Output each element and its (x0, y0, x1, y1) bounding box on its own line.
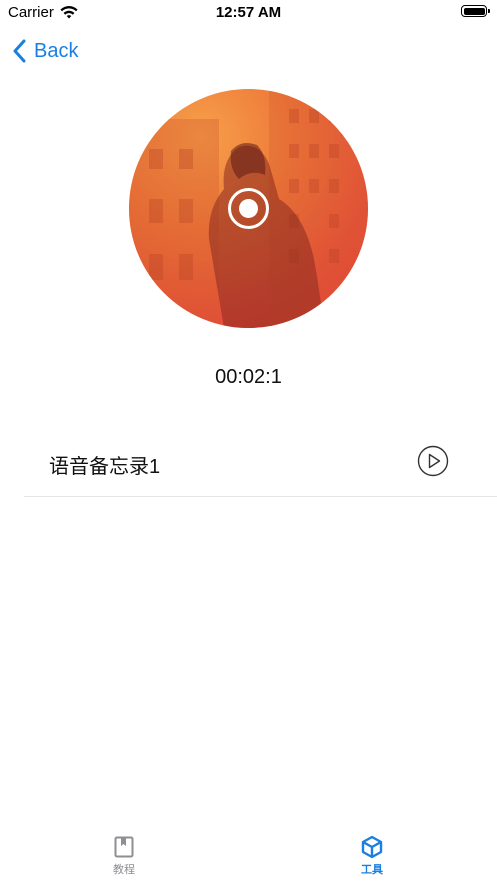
elapsed-timer: 00:02:1 (215, 366, 282, 388)
play-circle-icon[interactable] (417, 445, 449, 477)
tab-tools-label: 工具 (361, 864, 383, 876)
tab-tutorial[interactable]: 教程 (64, 827, 184, 883)
book-icon (114, 836, 134, 858)
tab-tools[interactable]: 工具 (312, 827, 432, 883)
list-item[interactable]: 语音备忘录1 (24, 428, 497, 497)
record-icon[interactable] (228, 188, 269, 229)
tab-bar: 教程 工具 (0, 827, 497, 883)
tab-tutorial-label: 教程 (113, 864, 135, 876)
cube-icon (361, 835, 383, 859)
back-label: Back (34, 39, 79, 62)
chevron-left-icon (13, 39, 26, 63)
status-bar: Carrier 12:57 AM (0, 0, 497, 26)
record-dot (239, 199, 258, 218)
memo-title: 语音备忘录1 (49, 456, 161, 478)
status-time: 12:57 AM (215, 4, 282, 21)
record-disc (129, 89, 368, 328)
back-button[interactable]: Back (12, 36, 78, 66)
battery-icon (461, 5, 490, 17)
battery-level (463, 7, 485, 15)
